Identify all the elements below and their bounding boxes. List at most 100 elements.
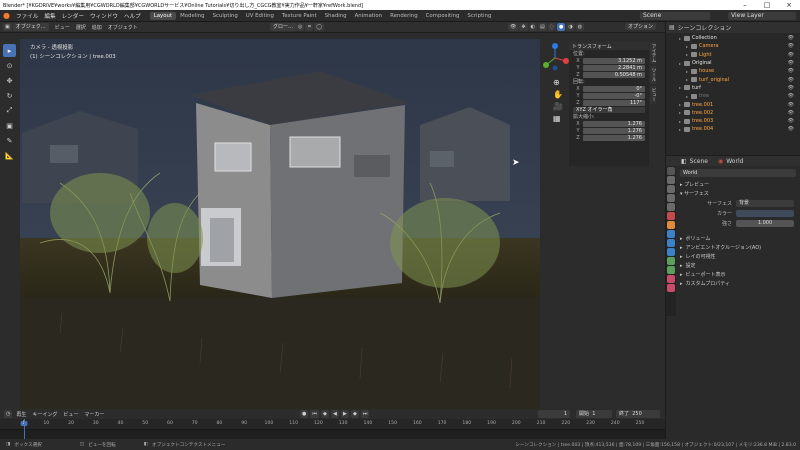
outliner-item[interactable]: ▸ tree.003 👁 — [666, 117, 800, 125]
visibility-eye-icon[interactable]: 👁 — [788, 102, 800, 108]
outliner-item[interactable]: ▸ Original 👁 — [666, 59, 800, 67]
world-tab-icon[interactable] — [667, 212, 675, 220]
section-preview[interactable]: ▸ プレビュー — [666, 180, 800, 189]
visibility-eye-icon[interactable]: 👁 — [788, 52, 800, 58]
properties-section[interactable]: ▸ 設定 — [666, 261, 800, 270]
timeline-editor-type-icon[interactable]: ◷ — [4, 410, 13, 418]
next-keyframe-icon[interactable]: ◆ — [350, 410, 359, 418]
visibility-eye-icon[interactable]: 👁 — [788, 77, 800, 83]
options-dropdown[interactable]: オプション — [625, 23, 657, 30]
properties-section[interactable]: ▸ ビューポート表示 — [666, 270, 800, 279]
data-tab-icon[interactable] — [667, 266, 675, 274]
xray-toggle-icon[interactable]: ▤ — [537, 23, 547, 31]
viewport-menu-add[interactable]: 追加 — [89, 24, 105, 31]
object-tab-icon[interactable] — [667, 221, 675, 229]
properties-section[interactable]: ▸ カスタムプロパティ — [666, 279, 800, 288]
shading-solid-icon[interactable]: ● — [557, 23, 566, 31]
view-layer-selector[interactable]: View Layer — [728, 12, 796, 20]
viewport-menu-object[interactable]: オブジェクト — [105, 24, 141, 31]
location-x-field[interactable]: X 3.1252 m — [569, 57, 649, 64]
color-swatch[interactable] — [736, 209, 794, 217]
visibility-eye-icon[interactable]: 👁 — [788, 60, 800, 66]
workspace-tab-animation[interactable]: Animation — [351, 12, 386, 20]
timeline-menu-view[interactable]: ビュー — [60, 411, 81, 418]
rotation-mode-selector[interactable]: XYZ オイラー角 — [569, 106, 649, 113]
workspace-tab-layout[interactable]: Layout — [149, 11, 177, 20]
material-tab-icon[interactable] — [667, 275, 675, 283]
workspace-tab-rendering[interactable]: Rendering — [386, 12, 422, 20]
menu-edit[interactable]: 編集 — [41, 12, 58, 20]
tab-view[interactable]: ビュー — [650, 86, 656, 105]
outliner-item[interactable]: ▸ Camera 👁 — [666, 42, 800, 50]
outliner-item[interactable]: ▸ turf_original 👁 — [666, 75, 800, 83]
jump-start-icon[interactable]: ⏮ — [310, 410, 319, 418]
outliner-item[interactable]: ▸ tree.002 👁 — [666, 109, 800, 117]
close-icon[interactable]: × — [778, 0, 800, 10]
outliner-item[interactable]: ▸ tree 👁 — [666, 92, 800, 100]
visibility-eye-icon[interactable]: 👁 — [788, 85, 800, 91]
properties-section[interactable]: ▸ ボリューム — [666, 234, 800, 243]
tab-tool[interactable]: ツール — [650, 66, 656, 85]
workspace-tab-uv-editing[interactable]: UV Editing — [242, 12, 278, 20]
rotation-z-field[interactable]: Z 117° — [569, 99, 649, 106]
record-icon[interactable]: ● — [300, 410, 309, 418]
current-frame-field[interactable]: 1 — [538, 410, 570, 418]
scene-tab-icon[interactable] — [667, 203, 675, 211]
mode-selector[interactable]: オブジェク… — [12, 23, 49, 31]
annotate-icon[interactable]: ✎ — [3, 134, 16, 147]
rotate-icon[interactable]: ↻ — [3, 89, 16, 102]
move-icon[interactable]: ✥ — [3, 74, 16, 87]
scale-x-field[interactable]: X 1.276 — [569, 120, 649, 127]
texture-tab-icon[interactable] — [667, 284, 675, 292]
snap-icon[interactable]: ⌗ — [305, 23, 314, 31]
scale-y-field[interactable]: Y 1.276 — [569, 127, 649, 134]
editor-type-button[interactable]: ▣ — [3, 23, 12, 31]
physics-tab-icon[interactable] — [667, 248, 675, 256]
start-frame-field[interactable]: 開始 1 — [576, 410, 612, 418]
menu-help[interactable]: ヘルプ — [121, 12, 144, 20]
constraints-tab-icon[interactable] — [667, 257, 675, 265]
timeline-menu-playback[interactable]: 再生 — [13, 411, 29, 418]
visibility-eye-icon[interactable]: 👁 — [788, 93, 800, 99]
properties-section[interactable]: ▸ アンビエントオクルージョン(AO) — [666, 243, 800, 252]
maximize-icon[interactable]: □ — [756, 0, 778, 10]
rotation-y-field[interactable]: Y -0° — [569, 92, 649, 99]
select-box-icon[interactable]: ▸ — [3, 44, 16, 57]
shading-rendered-icon[interactable]: ◍ — [575, 23, 585, 31]
scene-selector[interactable]: Scene — [640, 12, 710, 20]
visibility-eye-icon[interactable]: 👁 — [788, 35, 800, 41]
rotation-x-field[interactable]: X 0° — [569, 85, 649, 92]
timeline-track-area[interactable] — [0, 429, 665, 439]
outliner-item[interactable]: ▸ Light 👁 — [666, 51, 800, 59]
render-tab-icon[interactable] — [667, 176, 675, 184]
location-z-field[interactable]: Z 0.50548 m — [569, 71, 649, 78]
visibility-eye-icon[interactable]: 👁 — [788, 43, 800, 49]
play-icon[interactable]: ▶ — [340, 410, 349, 418]
outliner-item[interactable]: ▸ tree.004 👁 — [666, 125, 800, 133]
viewport-menu-view[interactable]: ビュー — [52, 24, 73, 31]
outliner-item[interactable]: ▸ Collection 👁 — [666, 34, 800, 42]
visibility-eye-icon[interactable]: 👁 — [788, 68, 800, 74]
outliner-item[interactable]: ▸ tree.001 👁 — [666, 100, 800, 108]
navigation-gizmo[interactable] — [540, 41, 570, 75]
location-y-field[interactable]: Y 2.2841 m — [569, 64, 649, 71]
scale-icon[interactable]: ⤢ — [3, 104, 16, 117]
shading-wireframe-icon[interactable]: ◌ — [547, 23, 557, 31]
tab-item[interactable]: アイテム — [650, 42, 656, 65]
zoom-icon[interactable]: ⊕ — [553, 78, 563, 87]
visibility-eye-icon[interactable]: 👁 — [788, 110, 800, 116]
pan-hand-icon[interactable]: ✋ — [553, 90, 563, 99]
pivot-icon[interactable]: ◎ — [296, 23, 305, 31]
visibility-eye-icon[interactable]: 👁 — [788, 118, 800, 124]
prev-keyframe-icon[interactable]: ◆ — [320, 410, 329, 418]
blender-logo-icon[interactable]: ● — [0, 11, 13, 20]
workspace-tab-compositing[interactable]: Compositing — [422, 12, 464, 20]
timeline-ruler[interactable]: 1102030405060708090100110120130140150160… — [0, 419, 665, 439]
visibility-icon[interactable]: 👁 — [508, 23, 519, 31]
world-datablock-field[interactable]: World — [680, 169, 796, 177]
menu-file[interactable]: ファイル — [13, 12, 41, 20]
measure-icon[interactable]: 📐 — [3, 149, 16, 162]
modifier-tab-icon[interactable] — [667, 230, 675, 238]
menu-window[interactable]: ウィンドウ — [87, 12, 121, 20]
camera-view-icon[interactable]: 🎥 — [553, 102, 563, 111]
